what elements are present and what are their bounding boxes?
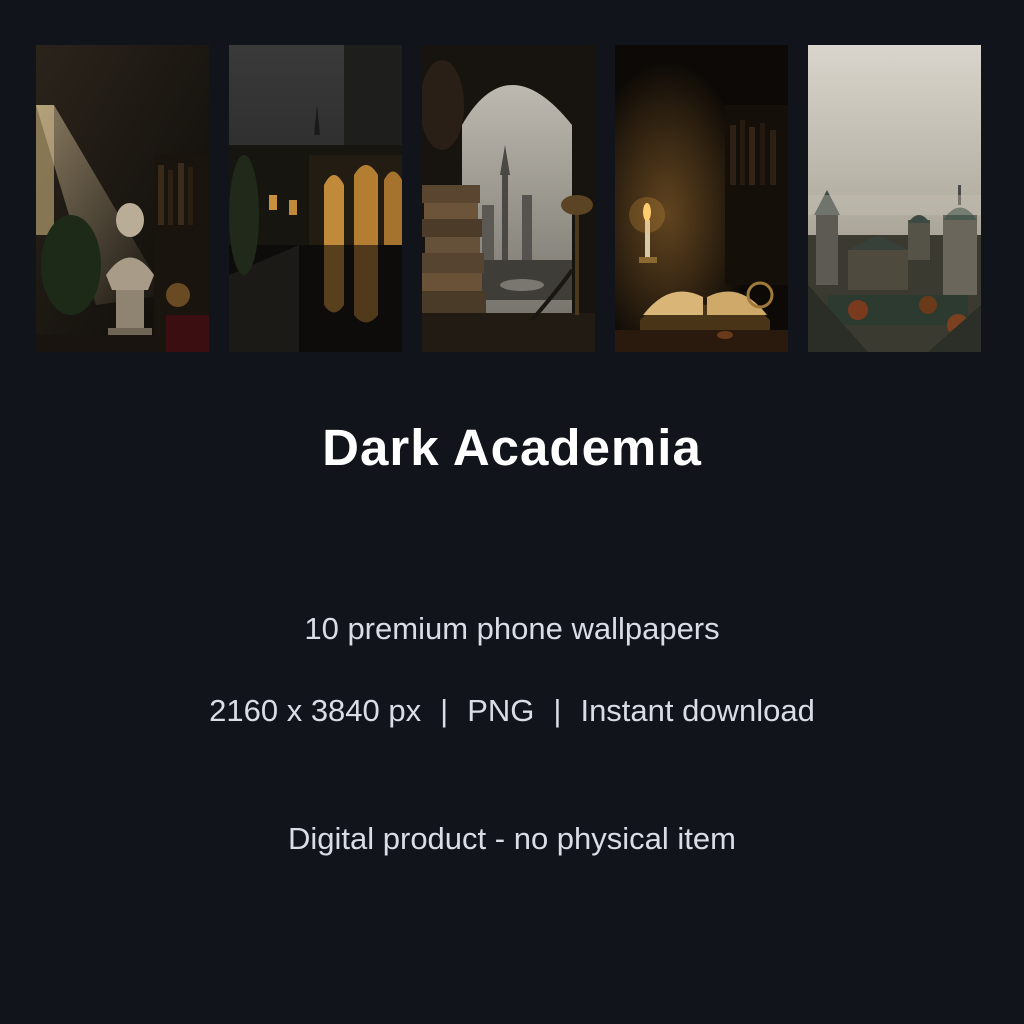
separator: | xyxy=(440,693,449,728)
product-subtitle: 10 premium phone wallpapers xyxy=(304,611,720,646)
product-specs: 2160 x 3840 px | PNG | Instant download xyxy=(0,693,1024,729)
wallpaper-preview-row xyxy=(36,45,982,352)
candlelit-open-book-image xyxy=(615,45,788,352)
arched-window-books-image xyxy=(422,45,595,352)
format-text: PNG xyxy=(467,693,535,728)
classical-bust-library-image xyxy=(36,45,209,352)
resolution-text: 2160 x 3840 px xyxy=(209,693,422,728)
separator: | xyxy=(553,693,562,728)
misty-city-rooftops-image xyxy=(808,45,981,352)
product-note: Digital product - no physical item xyxy=(288,821,736,856)
product-title: Dark Academia xyxy=(322,419,702,476)
delivery-text: Instant download xyxy=(580,693,815,728)
gothic-courtyard-reflection-image xyxy=(229,45,402,352)
